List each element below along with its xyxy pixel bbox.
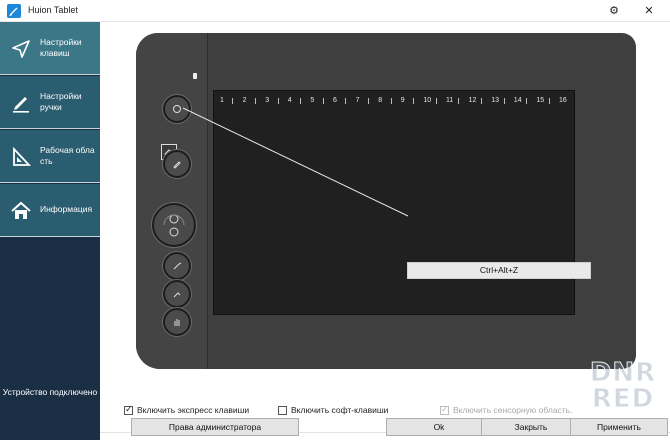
soft-keys-option[interactable]: Включить софт-клавиши <box>278 404 388 416</box>
sidebar-item-key-settings[interactable]: Настройки клавиш <box>0 22 100 75</box>
sidebar-item-information[interactable]: Информация <box>0 184 100 237</box>
window-title: Huion Tablet <box>28 5 78 15</box>
touch-area-checkbox <box>440 404 449 415</box>
home-icon <box>11 201 31 219</box>
sidebar-item-label: Информация <box>40 204 93 214</box>
sidebar: Настройки клавиш Настройки ручки Рабочая… <box>0 22 100 440</box>
close-icon[interactable]: ✕ <box>641 3 657 19</box>
callout-leader-line <box>182 107 409 217</box>
title-bar: Huion Tablet ⚙ ✕ <box>0 0 670 22</box>
pen-icon <box>13 97 29 113</box>
apply-button[interactable]: Применить <box>570 418 668 436</box>
touch-area-option: Включить сенсорную область. <box>440 404 572 416</box>
soft-keys-label: Включить софт-клавиши <box>291 405 389 415</box>
close-button[interactable]: Закрыть <box>481 418 581 436</box>
huion-app-icon <box>7 4 21 18</box>
sidebar-item-work-area[interactable]: Рабочая обла сть <box>0 130 100 183</box>
set-square-icon <box>13 146 32 166</box>
watermark: DNR RED <box>580 360 666 416</box>
express-keys-checkbox[interactable] <box>124 404 133 415</box>
ok-button[interactable]: Ok <box>386 418 492 436</box>
sidebar-item-label: Рабочая обла сть <box>40 145 95 166</box>
express-keys-option[interactable]: Включить экспресс клавиши <box>124 404 249 416</box>
sidebar-item-label: Настройки ручки <box>40 91 82 112</box>
gear-icon[interactable]: ⚙ <box>606 3 622 19</box>
watermark-line-1: DNR <box>589 358 657 388</box>
soft-keys-checkbox[interactable] <box>278 405 287 415</box>
express-keys-label: Включить экспресс клавиши <box>137 405 250 415</box>
send-arrow-icon <box>12 40 30 58</box>
device-status: Устройство подключено <box>2 387 98 397</box>
watermark-line-2: RED <box>591 384 655 414</box>
sidebar-item-label: Настройки клавиш <box>40 37 82 58</box>
admin-rights-button[interactable]: Права администратора <box>131 418 299 436</box>
touch-area-label: Включить сенсорную область. <box>453 405 573 415</box>
tablet-illustration: 1 2 3 4 5 6 7 8 9 10 11 12 13 14 15 16 Ctrl+Alt+Z <box>136 33 636 369</box>
sidebar-item-pen-settings[interactable]: Настройки ручки <box>0 76 100 129</box>
